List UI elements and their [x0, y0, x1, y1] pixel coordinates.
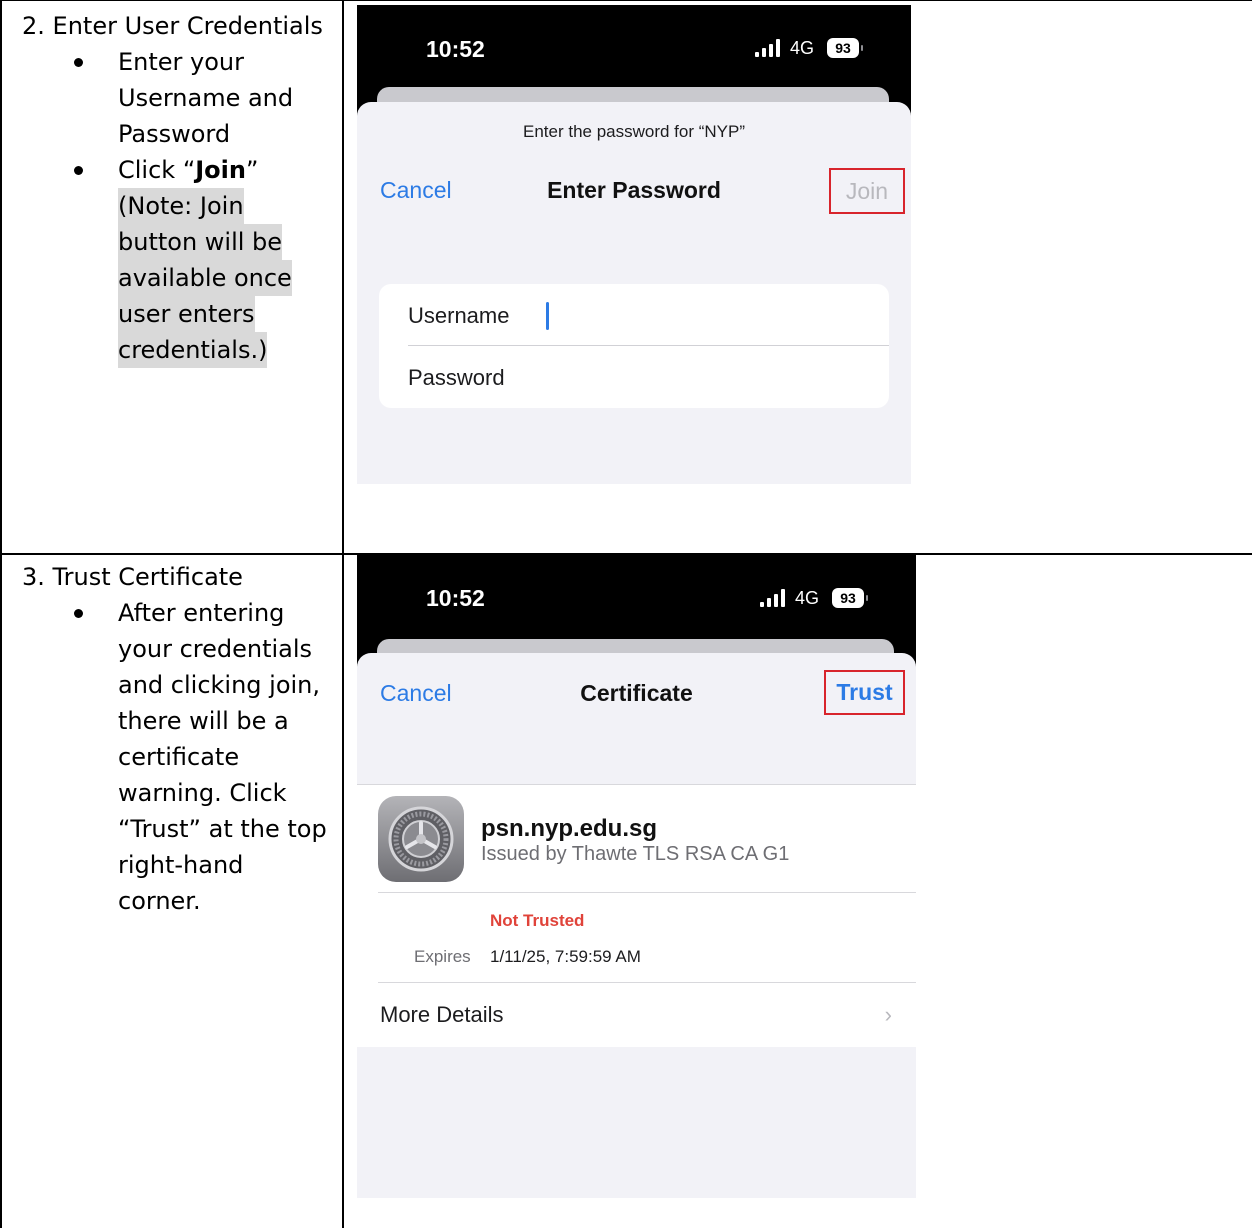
step-2-bullet-2: Click “Join” (Note: Join button will be …	[22, 152, 337, 368]
join-button[interactable]: Join	[829, 168, 905, 214]
battery-icon: 93	[827, 38, 863, 58]
chevron-right-icon: ›	[884, 1002, 892, 1027]
divider	[378, 982, 916, 983]
step-2-bullet-1: Enter your Username and Password	[22, 44, 337, 152]
form-divider	[408, 345, 889, 346]
step-3-line: and clicking join,	[118, 671, 321, 699]
status-bar: 10:52 4G 93	[357, 555, 916, 650]
settings-gear-icon	[378, 796, 464, 882]
note-line: available once	[118, 260, 292, 296]
step-2-bullet-1-line: Enter your	[118, 48, 245, 76]
step-3-title: 3. Trust Certificate	[22, 563, 243, 591]
enter-password-screenshot: 10:52 4G 93 Enter the password for “NYP”…	[357, 5, 911, 484]
trust-button[interactable]: Trust	[824, 670, 905, 715]
step-3-line: your credentials	[118, 635, 313, 663]
step-3-line: certificate	[118, 743, 240, 771]
step-2-instructions: 2. Enter User Credentials Enter your Use…	[22, 8, 337, 368]
expires-value: 1/11/25, 7:59:59 AM	[490, 947, 641, 966]
step-3-bullets: After entering your credentials and clic…	[22, 595, 337, 919]
trust-status: Not Trusted	[490, 911, 585, 930]
signal-bars-icon	[755, 39, 780, 57]
divider	[378, 892, 916, 893]
step-3-bullet-1: After entering your credentials and clic…	[22, 595, 337, 919]
certificate-issuer: Issued by Thawte TLS RSA CA G1	[481, 843, 790, 865]
password-prompt: Enter the password for “NYP”	[522, 122, 746, 141]
sheet-title: Enter Password	[547, 177, 721, 203]
step-3-line: warning. Click	[118, 779, 287, 807]
username-input[interactable]	[546, 302, 549, 330]
status-time: 10:52	[426, 36, 485, 62]
bullet-2-prefix: Click “	[118, 156, 196, 184]
credentials-form: Username Password	[379, 284, 889, 408]
signal-bars-icon	[760, 589, 785, 607]
network-type: 4G	[790, 38, 815, 58]
step-3-line: “Trust” at the top	[118, 815, 327, 843]
join-keyword: Join	[195, 156, 246, 184]
bullet-2-suffix: ”	[245, 156, 259, 184]
network-type: 4G	[795, 588, 820, 608]
certificate-details: psn.nyp.edu.sg Issued by Thawte TLS RSA …	[357, 784, 916, 1047]
more-details-item[interactable]: More Details	[380, 1002, 503, 1028]
expires-label: Expires	[414, 947, 471, 966]
step-3-line: there will be a	[118, 707, 289, 735]
step-2-title: 2. Enter User Credentials	[22, 12, 323, 40]
table-border-left	[0, 0, 2, 1228]
table-column-divider	[342, 0, 344, 1228]
note-line: button will be	[118, 224, 283, 260]
status-bar: 10:52 4G 93	[357, 5, 911, 100]
certificate-sheet: Cancel Certificate Trust psn.nyp.edu.sg …	[357, 653, 916, 1198]
step-2-bullets: Enter your Username and Password Click “…	[22, 44, 337, 368]
username-label: Username	[408, 303, 510, 328]
note-line: (Note: Join	[118, 188, 244, 224]
certificate-name: psn.nyp.edu.sg	[481, 815, 658, 842]
step-3-line: right-hand	[118, 851, 244, 879]
note-line: user enters	[118, 296, 255, 332]
step-3-line: corner.	[118, 887, 201, 915]
note-line: credentials.)	[118, 332, 268, 368]
step-2-bullet-1-line: Username and	[118, 84, 294, 112]
status-time: 10:52	[426, 585, 485, 611]
step-3-line: After entering	[118, 599, 285, 627]
password-label: Password	[408, 365, 505, 390]
table-border-top	[0, 0, 1252, 1]
step-3-instructions: 3. Trust Certificate After entering your…	[22, 559, 337, 919]
certificate-screenshot: 10:52 4G 93 Cancel Certificate Trust psn…	[357, 555, 916, 1198]
password-sheet: Enter the password for “NYP” Cancel Ente…	[357, 102, 911, 484]
battery-icon: 93	[832, 588, 868, 608]
step-2-bullet-1-line: Password	[118, 120, 231, 148]
